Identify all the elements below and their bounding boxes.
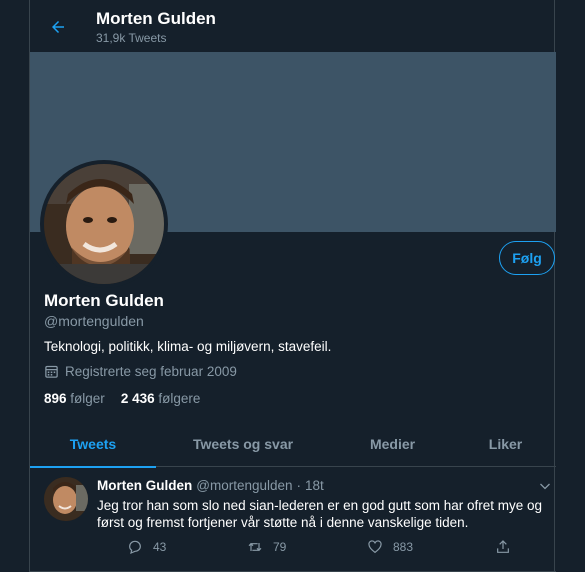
joined-text: Registrerte seg februar 2009 bbox=[65, 364, 237, 379]
tweet-time[interactable]: 18t bbox=[305, 478, 324, 493]
following-label: følger bbox=[70, 391, 105, 406]
reply-count: 43 bbox=[153, 540, 167, 554]
tweet-author-handle[interactable]: @mortengulden bbox=[196, 478, 292, 493]
chevron-down-icon bbox=[540, 483, 550, 490]
followers-label: følgere bbox=[158, 391, 201, 406]
tweet[interactable]: Morten Gulden @mortengulden · 18t Jeg tr… bbox=[30, 467, 556, 572]
tweet-header: Morten Gulden @mortengulden · 18t bbox=[97, 478, 324, 493]
profile-column: Morten Gulden 31,9k Tweets Følg Morten G… bbox=[29, 0, 556, 572]
page-title: Morten Gulden bbox=[96, 9, 216, 28]
back-arrow-icon bbox=[52, 21, 64, 33]
tweet-avatar[interactable] bbox=[44, 477, 88, 521]
tweet-menu-button[interactable] bbox=[539, 479, 551, 497]
follow-button[interactable]: Følg bbox=[499, 241, 555, 275]
tweet-author-name[interactable]: Morten Gulden bbox=[97, 478, 192, 493]
like-count: 883 bbox=[393, 540, 414, 554]
tweet-separator: · bbox=[296, 478, 302, 493]
share-icon bbox=[497, 540, 509, 553]
like-icon bbox=[368, 540, 382, 554]
profile-handle: @mortengulden bbox=[44, 313, 144, 329]
profile-joined: Registrerte seg februar 2009 bbox=[44, 364, 237, 379]
reply-icon bbox=[129, 540, 141, 555]
tweet-actions: 43 79 883 bbox=[97, 539, 517, 559]
share-button[interactable] bbox=[495, 539, 511, 555]
tab-tweets[interactable]: Tweets bbox=[30, 420, 156, 468]
avatar-photo bbox=[44, 164, 164, 284]
following-link[interactable]: 896 følger bbox=[44, 391, 105, 406]
retweet-count: 79 bbox=[273, 540, 287, 554]
profile-bio: Teknologi, politikk, klima- og miljøvern… bbox=[44, 339, 332, 354]
followers-count: 2 436 bbox=[120, 391, 155, 406]
like-button[interactable]: 883 bbox=[367, 539, 413, 555]
tab-likes[interactable]: Liker bbox=[455, 420, 556, 467]
retweet-icon bbox=[248, 542, 262, 552]
following-count: 896 bbox=[44, 391, 67, 406]
top-bar: Morten Gulden 31,9k Tweets bbox=[30, 0, 556, 52]
back-button[interactable] bbox=[44, 13, 72, 41]
tweet-text: Jeg tror han som slo ned sian-lederen er… bbox=[97, 498, 542, 530]
tweet-count: 31,9k Tweets bbox=[96, 31, 167, 45]
retweet-button[interactable]: 79 bbox=[247, 539, 286, 555]
profile-stats: 896 følger 2 436 følgere bbox=[44, 391, 200, 406]
followers-link[interactable]: 2 436 følgere bbox=[121, 391, 201, 406]
profile-tabs: Tweets Tweets og svar Medier Liker bbox=[30, 420, 556, 468]
profile-name: Morten Gulden bbox=[44, 291, 164, 310]
tab-media[interactable]: Medier bbox=[330, 420, 455, 467]
tab-tweets-and-replies[interactable]: Tweets og svar bbox=[156, 420, 330, 467]
reply-button[interactable]: 43 bbox=[127, 539, 166, 555]
calendar-icon bbox=[45, 365, 58, 378]
profile-avatar[interactable] bbox=[40, 160, 168, 288]
tweet-avatar-photo bbox=[44, 477, 88, 521]
